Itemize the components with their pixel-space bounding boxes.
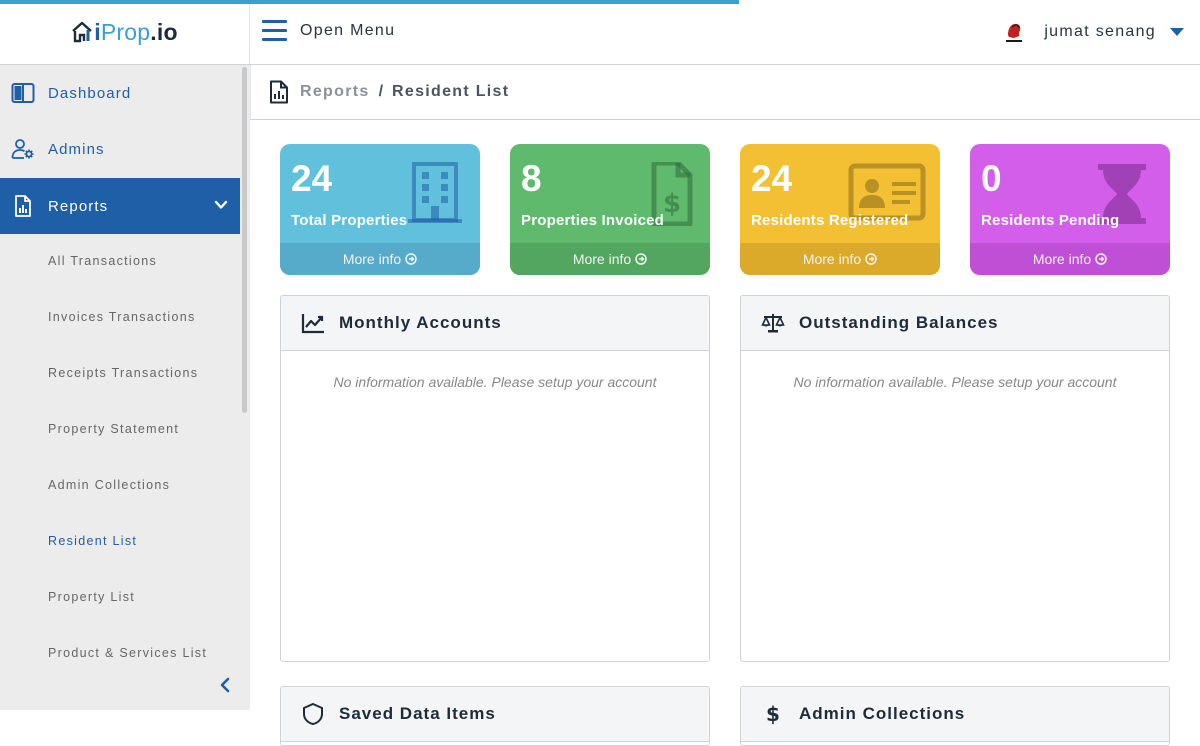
sidebar-subitem-receipts-transactions[interactable]: Receipts Transactions xyxy=(48,366,198,380)
sidebar-subitem-all-transactions[interactable]: All Transactions xyxy=(48,254,157,268)
columns-icon xyxy=(11,83,35,103)
stat-card-properties-invoiced: $ 8 Properties Invoiced More info xyxy=(510,144,710,275)
balance-scale-icon xyxy=(761,314,785,333)
sidebar-subitem-product-services-list[interactable]: Product & Services List xyxy=(48,646,207,660)
logo-suffix: .io xyxy=(150,18,178,45)
stat-value: 0 xyxy=(981,158,1002,199)
sidebar-subitem-resident-list[interactable]: Resident List xyxy=(48,534,137,548)
stat-label: Properties Invoiced xyxy=(521,212,665,229)
shield-icon xyxy=(303,702,323,726)
app-logo[interactable]: i Prop .io xyxy=(71,19,177,46)
empty-state-text: No information available. Please setup y… xyxy=(793,374,1117,390)
hamburger-icon xyxy=(262,20,287,41)
monthly-accounts-panel: Monthly Accounts No information availabl… xyxy=(280,295,710,662)
sidebar-subitem-property-statement[interactable]: Property Statement xyxy=(48,422,179,436)
more-info-label: More info xyxy=(802,251,862,267)
collapse-sidebar-chevron-left-icon[interactable] xyxy=(218,677,232,693)
more-info-link[interactable]: More info xyxy=(280,243,480,275)
sidebar-item-dashboard[interactable]: Dashboard xyxy=(0,65,240,121)
breadcrumb-separator: / xyxy=(378,83,384,100)
user-name: jumat senang xyxy=(1044,23,1156,40)
top-navbar: i Prop .io Open Menu jumat senang xyxy=(0,0,1200,65)
sidebar-subitem-invoices-transactions[interactable]: Invoices Transactions xyxy=(48,310,196,324)
stat-label: Residents Pending xyxy=(981,212,1120,229)
stat-card-total-properties: 24 Total Properties More info xyxy=(280,144,480,275)
stat-value: 8 xyxy=(521,158,542,199)
arrow-circle-right-icon xyxy=(635,253,647,265)
sidebar-scrollbar[interactable] xyxy=(242,67,247,413)
more-info-link[interactable]: More info xyxy=(740,243,940,275)
avatar xyxy=(1000,18,1029,46)
report-file-icon xyxy=(270,80,288,104)
admin-collections-panel: $ Admin Collections xyxy=(740,686,1170,746)
svg-text:$: $ xyxy=(766,702,780,726)
house-logo-icon xyxy=(72,21,93,43)
stat-value: 24 xyxy=(751,158,793,199)
building-icon xyxy=(408,162,462,223)
panel-title: Monthly Accounts xyxy=(339,313,502,332)
outstanding-balances-panel: Outstanding Balances No information avai… xyxy=(740,295,1170,662)
sidebar-item-admins[interactable]: Admins xyxy=(0,121,240,177)
panel-header: Outstanding Balances xyxy=(741,296,1169,351)
logo-main: Prop xyxy=(100,18,151,45)
line-chart-icon xyxy=(301,314,324,334)
more-info-label: More info xyxy=(342,251,402,267)
arrow-circle-right-icon xyxy=(405,253,417,265)
stat-label: Residents Registered xyxy=(751,212,909,229)
empty-state-text: No information available. Please setup y… xyxy=(333,374,657,390)
page-title: Resident List xyxy=(392,83,510,100)
panel-title: Outstanding Balances xyxy=(799,313,999,332)
stat-card-residents-registered: 24 Residents Registered More info xyxy=(740,144,940,275)
panel-header: $ Admin Collections xyxy=(741,687,1169,742)
open-menu-button[interactable]: Open Menu xyxy=(262,20,395,41)
more-info-label: More info xyxy=(1032,251,1092,267)
sidebar-item-label: Admins xyxy=(48,140,105,158)
sidebar: Dashboard Admins Reports All Transaction… xyxy=(0,65,250,710)
sidebar-subitem-admin-collections[interactable]: Admin Collections xyxy=(48,478,170,492)
user-cog-icon xyxy=(11,139,34,159)
breadcrumb-reports-link[interactable]: Reports xyxy=(300,83,370,101)
logo-area[interactable]: i Prop .io xyxy=(0,0,250,64)
breadcrumb: Reports / Resident List xyxy=(250,65,1200,120)
stat-value: 24 xyxy=(291,158,333,199)
more-info-label: More info xyxy=(572,251,632,267)
chevron-down-icon xyxy=(214,200,228,209)
more-info-link[interactable]: More info xyxy=(510,243,710,275)
sidebar-item-reports[interactable]: Reports xyxy=(0,178,240,234)
panel-header: Saved Data Items xyxy=(281,687,709,742)
panel-title: Admin Collections xyxy=(799,704,966,723)
caret-down-icon xyxy=(1170,28,1184,36)
stat-card-residents-pending: 0 Residents Pending More info xyxy=(970,144,1170,275)
page-load-progress-bar xyxy=(0,0,739,4)
panel-title: Saved Data Items xyxy=(339,704,496,723)
svg-text:$: $ xyxy=(663,189,681,219)
panel-header: Monthly Accounts xyxy=(281,296,709,351)
saved-data-panel: Saved Data Items xyxy=(280,686,710,746)
arrow-circle-right-icon xyxy=(1095,253,1107,265)
open-menu-label: Open Menu xyxy=(300,21,396,39)
sidebar-subitem-property-list[interactable]: Property List xyxy=(48,590,135,604)
sidebar-item-label: Dashboard xyxy=(48,84,132,102)
user-menu[interactable]: jumat senang xyxy=(1000,18,1184,46)
report-file-icon xyxy=(15,195,31,217)
dollar-icon: $ xyxy=(766,702,780,726)
more-info-link[interactable]: More info xyxy=(970,243,1170,275)
logo-prefix: i xyxy=(94,18,101,45)
arrow-circle-right-icon xyxy=(865,253,877,265)
sidebar-item-label: Reports xyxy=(48,197,109,215)
stat-label: Total Properties xyxy=(291,212,408,229)
